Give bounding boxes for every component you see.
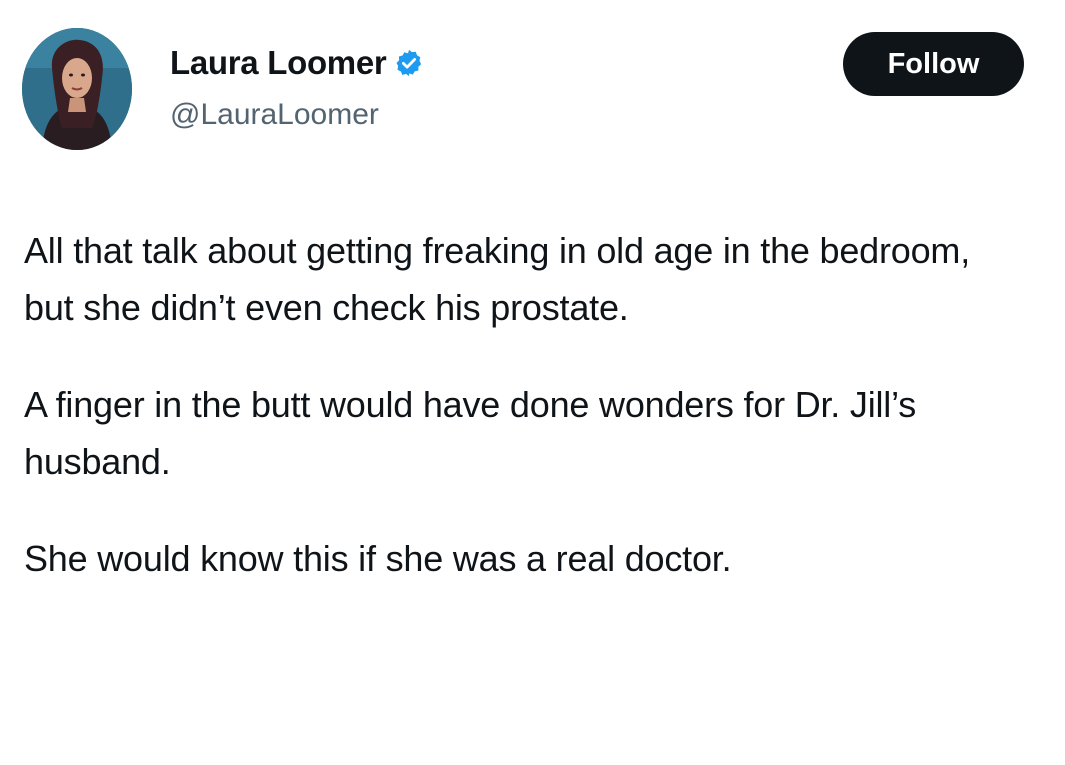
tweet-paragraph: A finger in the butt would have done won… [24, 384, 917, 482]
tweet-paragraph: All that talk about getting freaking in … [24, 230, 971, 328]
follow-button[interactable]: Follow [843, 32, 1024, 96]
author-handle[interactable]: @LauraLoomer [170, 98, 379, 132]
tweet-text: All that talk about getting freaking in … [24, 222, 1044, 627]
avatar[interactable] [22, 28, 132, 150]
author-display-name[interactable]: Laura Loomer [170, 44, 424, 82]
tweet-card: Laura Loomer @LauraLoomer Follow All tha… [0, 0, 1065, 765]
profile-photo-icon [22, 28, 132, 150]
verified-badge-icon [394, 48, 424, 78]
tweet-paragraph: She would know this if she was a real do… [24, 538, 732, 579]
author-name-text[interactable]: Laura Loomer [170, 44, 387, 82]
